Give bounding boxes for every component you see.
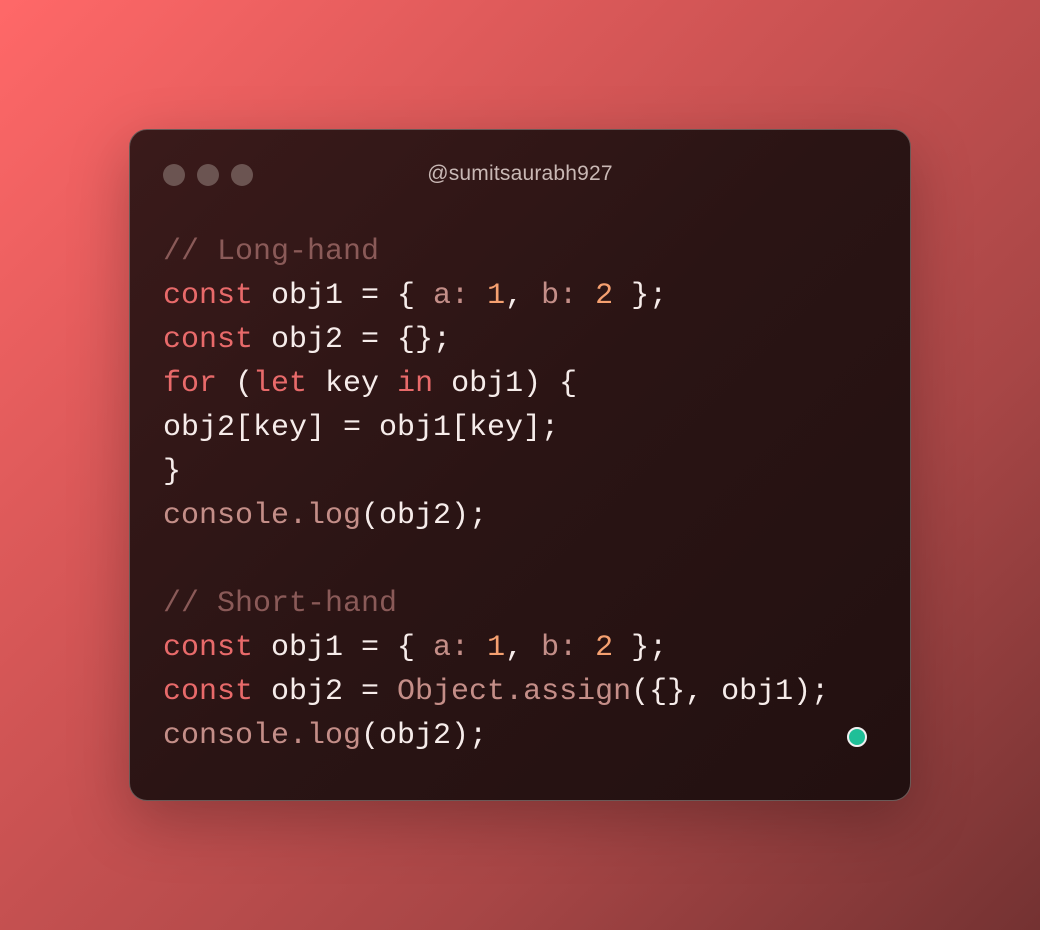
- code-line: const obj2 = {};: [163, 318, 829, 362]
- code-token: b:: [541, 631, 578, 665]
- code-line: }: [163, 450, 829, 494]
- code-token: }: [163, 455, 182, 489]
- code-token: console.log: [163, 499, 362, 533]
- code-token: 1: [487, 279, 506, 313]
- code-token: in: [397, 367, 434, 401]
- code-token: ({}, obj1);: [631, 675, 830, 709]
- code-token: const: [163, 323, 254, 357]
- code-line: const obj1 = { a: 1, b: 2 };: [163, 626, 829, 670]
- code-token: b:: [541, 279, 578, 313]
- code-token: // Long-hand: [163, 235, 380, 269]
- code-token: let: [253, 367, 308, 401]
- status-indicator-icon: [847, 727, 867, 747]
- code-line: for (let key in obj1) {: [163, 362, 829, 406]
- code-token: };: [613, 631, 668, 665]
- code-token: obj2[key] = obj1[key];: [163, 411, 560, 445]
- window-title: @sumitsaurabh927: [427, 162, 613, 185]
- code-token: ,: [505, 279, 542, 313]
- code-line: // Long-hand: [163, 230, 829, 274]
- code-block: // Long-hand const obj1 = { a: 1, b: 2 };…: [163, 230, 829, 758]
- code-token: 2: [595, 279, 614, 313]
- code-line: const obj2 = Object.assign({}, obj1);: [163, 670, 829, 714]
- code-token: for: [163, 367, 218, 401]
- code-line: console.log(obj2);: [163, 714, 829, 758]
- code-token: const: [163, 675, 254, 709]
- code-token: obj2 =: [253, 675, 398, 709]
- code-window: @sumitsaurabh927 // Long-hand const obj1 …: [129, 129, 911, 801]
- code-token: obj2 = {};: [253, 323, 452, 357]
- code-token: const: [163, 279, 254, 313]
- code-token: 2: [595, 631, 614, 665]
- code-token: key: [307, 367, 398, 401]
- code-token: Object.assign: [397, 675, 632, 709]
- code-token: obj1 = {: [253, 631, 434, 665]
- code-line: console.log(obj2);: [163, 494, 829, 538]
- code-line: // Short-hand: [163, 582, 829, 626]
- code-token: // Short-hand: [163, 587, 398, 621]
- code-token: const: [163, 631, 254, 665]
- code-line: const obj1 = { a: 1, b: 2 };: [163, 274, 829, 318]
- code-token: (: [217, 367, 254, 401]
- code-token: (obj2);: [361, 719, 488, 753]
- code-token: obj1) {: [433, 367, 578, 401]
- code-token: 1: [487, 631, 506, 665]
- code-line: obj2[key] = obj1[key];: [163, 406, 829, 450]
- code-token: a:: [433, 631, 470, 665]
- code-token: console.log: [163, 719, 362, 753]
- code-token: };: [613, 279, 668, 313]
- code-token: obj1 = {: [253, 279, 434, 313]
- code-token: (obj2);: [361, 499, 488, 533]
- code-token: a:: [433, 279, 470, 313]
- code-token: ,: [505, 631, 542, 665]
